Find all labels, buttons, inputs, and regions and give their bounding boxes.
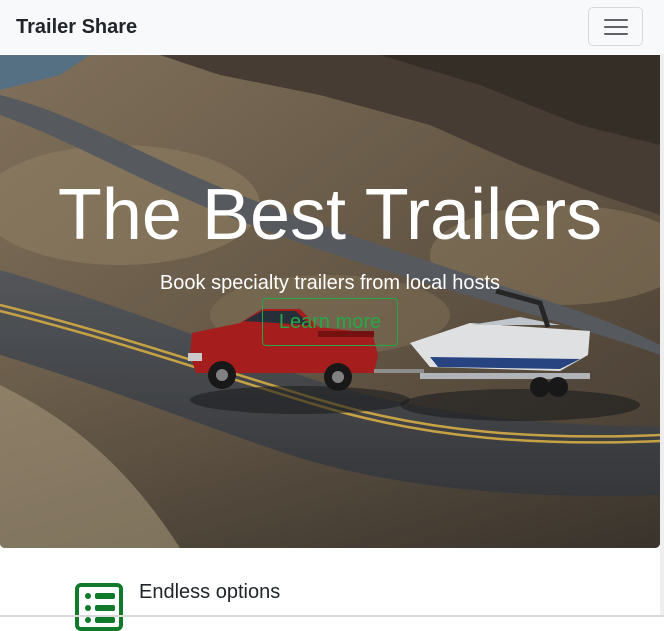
learn-more-button[interactable]: Learn more — [262, 298, 398, 346]
hero-title: The Best Trailers — [57, 175, 603, 255]
navbar-toggler-button[interactable] — [588, 7, 643, 46]
navbar: Trailer Share — [0, 0, 664, 54]
hero-banner: The Best Trailers Book specialty trailer… — [0, 55, 660, 548]
scrollbar[interactable] — [660, 54, 664, 617]
feature-item: Endless options — [75, 580, 635, 631]
brand-link[interactable]: Trailer Share — [16, 15, 137, 39]
list-icon — [75, 583, 123, 631]
feature-title: Endless options — [139, 581, 281, 603]
hero-subtitle: Book specialty trailers from local hosts — [159, 272, 501, 294]
